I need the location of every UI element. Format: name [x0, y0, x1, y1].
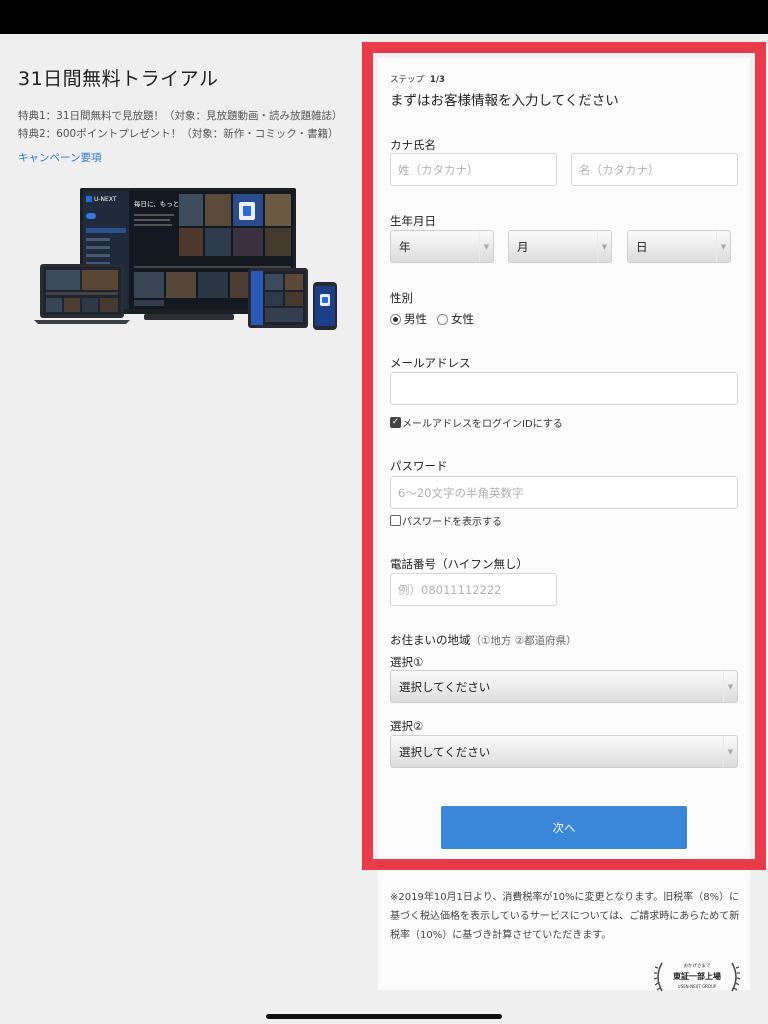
birth-month-select[interactable]: 月 ▼	[508, 230, 612, 263]
region-select2-label: 選択②	[390, 719, 424, 733]
badge-line3: USEN-NEXT GROUP	[678, 984, 717, 989]
show-password-checkbox-row[interactable]: パスワードを表示する	[390, 513, 502, 528]
step-indicator: ステップ 1/3	[390, 75, 445, 85]
status-bar	[0, 0, 768, 34]
perk-2: 特典2：600ポイントプレゼント！（対象：新作・コミック・書籍）	[18, 128, 339, 140]
email-as-login-checkbox-row[interactable]: ✓ メールアドレスをログインIDにする	[390, 415, 563, 430]
email-as-login-label[interactable]: メールアドレスをログインIDにする	[402, 415, 563, 430]
tse-listed-badge: おかげさまで 東証一部上場 USEN-NEXT GROUP	[653, 962, 741, 992]
phone-input[interactable]	[390, 573, 557, 606]
chevron-down-icon: ▼	[723, 736, 737, 767]
promo-title: 31日間無料トライアル	[18, 68, 219, 90]
birth-year-value: 年	[399, 239, 411, 254]
kana-name-label: カナ氏名	[390, 138, 436, 152]
gender-male-radio[interactable]	[390, 313, 401, 325]
gender-female-radio[interactable]	[437, 313, 448, 325]
chevron-down-icon: ▼	[723, 671, 737, 702]
tv-brand-text: U-NEXT	[94, 196, 117, 203]
devices-illustration: U-NEXT 毎日に、もっと物語を。	[34, 188, 337, 330]
next-button[interactable]: 次へ	[441, 806, 687, 849]
gender-female-label[interactable]: 女性	[451, 311, 474, 327]
chevron-down-icon: ▼	[597, 231, 611, 262]
gender-label: 性別	[390, 291, 413, 305]
kana-last-name-input[interactable]	[390, 153, 557, 186]
birthdate-label: 生年月日	[390, 214, 436, 228]
show-password-label[interactable]: パスワードを表示する	[402, 513, 502, 528]
birth-month-value: 月	[517, 239, 529, 254]
gender-radio-group: 男性 女性	[390, 311, 474, 327]
region-select1-label: 選択①	[390, 655, 424, 669]
chevron-down-icon: ▼	[716, 231, 730, 262]
region-label: お住まいの地域（①地方 ②都道府県）	[390, 633, 577, 647]
tax-note: ※2019年10月1日より、消費税率が10%に変更となります。旧税率（8%）に基…	[390, 892, 740, 941]
home-indicator	[266, 1014, 502, 1019]
email-as-login-checkbox[interactable]: ✓	[390, 417, 401, 428]
birth-year-select[interactable]: 年 ▼	[390, 230, 494, 263]
region-select-1-value: 選択してください	[399, 679, 491, 694]
email-input[interactable]	[390, 372, 738, 405]
phone-label: 電話番号（ハイフン無し）	[390, 557, 528, 571]
form-heading: まずはお客様情報を入力してください	[390, 93, 619, 109]
gender-male-label[interactable]: 男性	[404, 311, 427, 327]
perk-1: 特典1：31日間無料で見放題！（対象：見放題動画・読み放題雑誌）	[18, 110, 343, 122]
region-select-2[interactable]: 選択してください ▼	[390, 735, 738, 768]
show-password-checkbox[interactable]	[390, 515, 401, 526]
region-select-2-value: 選択してください	[399, 744, 491, 759]
birth-day-select[interactable]: 日 ▼	[627, 230, 731, 263]
region-hint: （①地方 ②都道府県）	[470, 635, 577, 647]
badge-line2: 東証一部上場	[673, 971, 721, 981]
badge-line1: おかげさまで	[684, 962, 711, 969]
email-label: メールアドレス	[390, 356, 471, 370]
campaign-terms-link[interactable]: キャンペーン要項	[18, 150, 101, 165]
kana-first-name-input[interactable]	[571, 153, 738, 186]
birth-day-value: 日	[636, 239, 648, 254]
chevron-down-icon: ▼	[479, 231, 493, 262]
password-input[interactable]	[390, 476, 738, 509]
password-label: パスワード	[390, 459, 448, 473]
region-select-1[interactable]: 選択してください ▼	[390, 670, 738, 703]
